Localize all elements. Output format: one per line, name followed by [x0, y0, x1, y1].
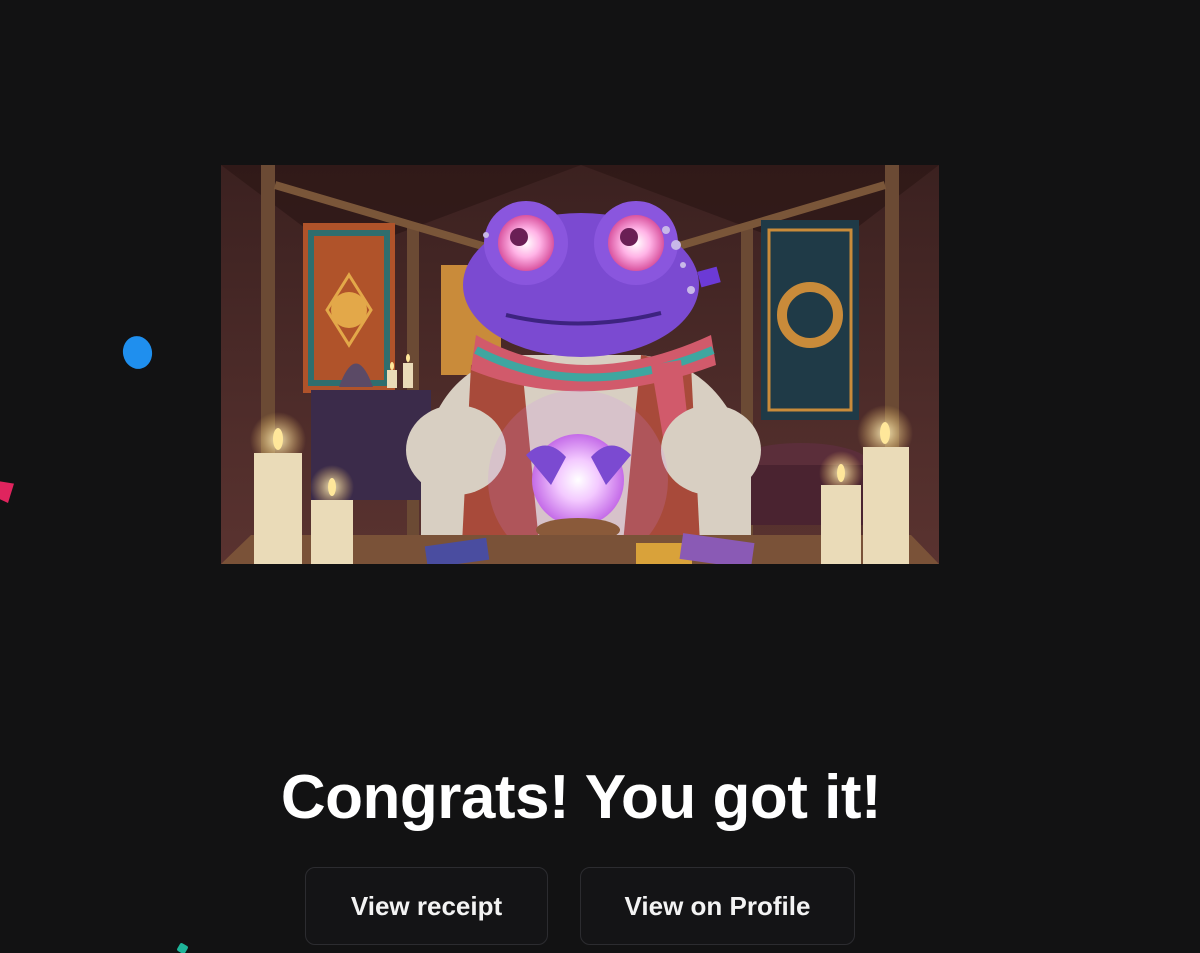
view-receipt-button[interactable]: View receipt	[305, 867, 548, 945]
success-headline: Congrats! You got it!	[280, 763, 882, 832]
view-on-profile-button[interactable]: View on Profile	[580, 867, 855, 945]
nft-artwork	[221, 165, 939, 564]
confetti-pink	[0, 481, 14, 503]
purchase-success-screen: Congrats! You got it! View receipt View …	[0, 0, 1200, 953]
confetti-teal	[176, 942, 189, 953]
confetti-blue	[119, 333, 156, 372]
